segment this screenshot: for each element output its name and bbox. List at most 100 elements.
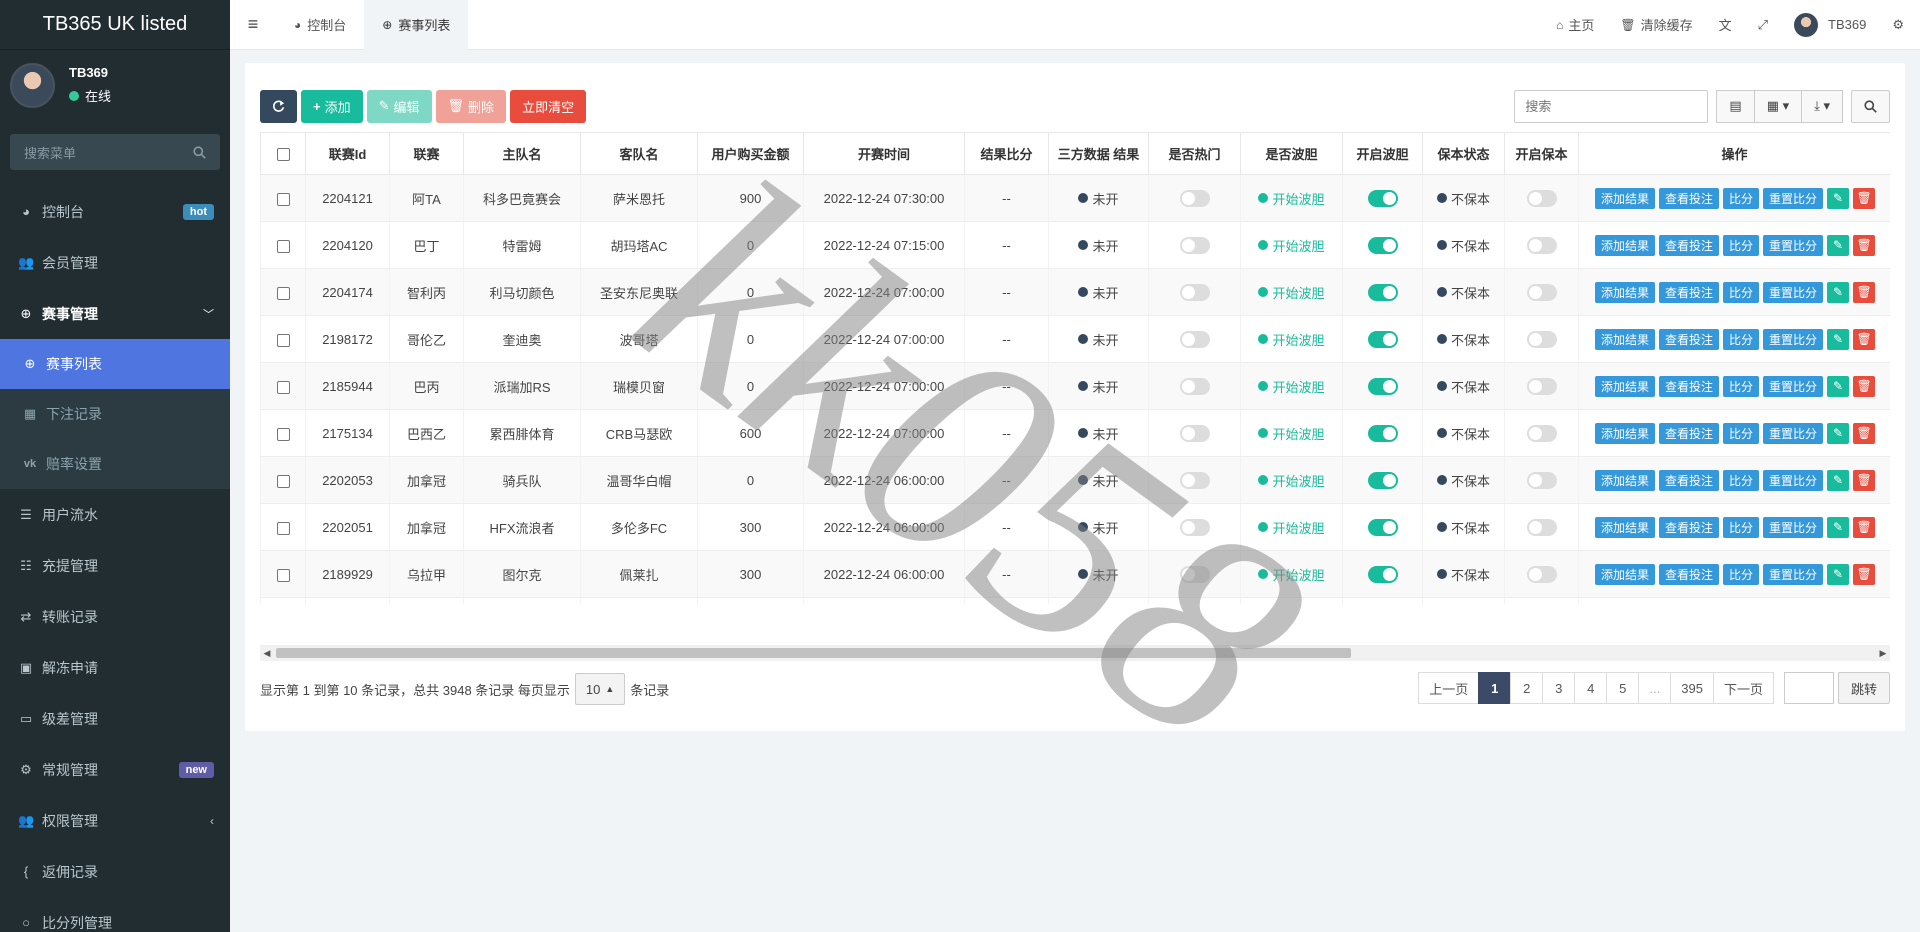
sidebar-item-general-management[interactable]: ⚙ 常规管理 new [0, 744, 230, 795]
sidebar-item-unfreeze-requests[interactable]: ▣ 解冻申请 [0, 642, 230, 693]
view-bets-button[interactable]: 查看投注 [1659, 422, 1720, 444]
row-checkbox[interactable] [276, 286, 290, 300]
row-checkbox[interactable] [276, 521, 290, 535]
score-button[interactable]: 比分 [1723, 281, 1760, 303]
header-enable-baoben[interactable]: 开启保本 [1504, 132, 1579, 175]
clear-now-button[interactable]: 立即清空 [510, 89, 587, 123]
edit-row-button[interactable]: ✎ [1827, 563, 1850, 585]
row-checkbox[interactable] [276, 192, 290, 206]
reset-score-button[interactable]: 重置比分 [1763, 375, 1824, 397]
advanced-search-button[interactable] [1851, 89, 1890, 123]
table-search-input[interactable] [1514, 89, 1709, 123]
jump-button[interactable]: 跳转 [1837, 672, 1890, 704]
delete-row-button[interactable]: 🗑 [1853, 375, 1876, 397]
tab-event-list[interactable]: ⊕ 赛事列表 [364, 0, 469, 50]
table-row[interactable]: 2175134 巴西乙 累西腓体育 CRB马瑟欧 600 2022-12-24 07:00… [260, 409, 1890, 457]
view-bets-button[interactable]: 查看投注 [1659, 563, 1720, 585]
view-bets-button[interactable]: 查看投注 [1659, 187, 1720, 209]
sidebar-item-members[interactable]: 👥 会员管理 [0, 237, 230, 288]
sidebar-item-permissions[interactable]: 👥 权限管理 ‹ [0, 795, 230, 846]
reset-score-button[interactable]: 重置比分 [1763, 187, 1824, 209]
reset-score-button[interactable]: 重置比分 [1763, 516, 1824, 538]
bodan-toggle[interactable] [1367, 565, 1398, 583]
score-button[interactable]: 比分 [1723, 469, 1760, 491]
horizontal-scrollbar[interactable]: ◀ ▶ [260, 645, 1890, 661]
hot-toggle[interactable] [1179, 236, 1210, 254]
header-result-score[interactable]: 结果比分 [964, 132, 1049, 175]
delete-row-button[interactable]: 🗑 [1853, 234, 1876, 256]
scroll-left-icon[interactable]: ◀ [260, 645, 274, 661]
delete-row-button[interactable]: 🗑 [1853, 516, 1876, 538]
row-checkbox[interactable] [276, 333, 290, 347]
baoben-toggle[interactable] [1526, 377, 1557, 395]
bodan-toggle[interactable] [1367, 236, 1398, 254]
baoben-toggle[interactable] [1526, 424, 1557, 442]
sidebar-item-commission-records[interactable]: { 返佣记录 [0, 846, 230, 897]
add-result-button[interactable]: 添加结果 [1595, 422, 1656, 444]
header-league[interactable]: 联赛 [389, 132, 464, 175]
view-bets-button[interactable]: 查看投注 [1659, 516, 1720, 538]
bodan-toggle[interactable] [1367, 189, 1398, 207]
table-row[interactable]: 2179519瑞青超史柯瓦德U21奥尔格里特U217002022-12-24 0… [260, 597, 1890, 604]
row-checkbox[interactable] [276, 568, 290, 582]
bodan-toggle[interactable] [1367, 518, 1398, 536]
bodan-toggle[interactable] [1367, 377, 1398, 395]
score-button[interactable]: 比分 [1723, 375, 1760, 397]
clear-cache-button[interactable]: 🗑 清除缓存 [1607, 15, 1705, 34]
reset-score-button[interactable]: 重置比分 [1763, 469, 1824, 491]
refresh-button[interactable] [260, 89, 297, 123]
hot-toggle[interactable] [1179, 565, 1210, 583]
table-row[interactable]: 2202051 加拿冠 HFX流浪者 多伦多FC 300 2022-12-24 06:00… [260, 503, 1890, 551]
page-button[interactable]: 2 [1510, 672, 1544, 704]
sidebar-item-bet-records[interactable]: ▦ 下注记录 [0, 389, 230, 439]
baoben-toggle[interactable] [1526, 236, 1557, 254]
row-checkbox[interactable] [276, 380, 290, 394]
toggle-view-button[interactable]: ▤ [1716, 89, 1755, 123]
select-all-checkbox[interactable] [276, 148, 290, 162]
sidebar-item-odds-settings[interactable]: vk 赔率设置 [0, 439, 230, 489]
header-enable-bodan[interactable]: 开启波胆 [1342, 132, 1423, 175]
sidebar-item-deposit-withdraw[interactable]: ☷ 充提管理 [0, 540, 230, 591]
view-bets-button[interactable]: 查看投注 [1659, 234, 1720, 256]
edit-row-button[interactable]: ✎ [1827, 281, 1850, 303]
score-button[interactable]: 比分 [1723, 328, 1760, 350]
menu-search-input[interactable]: 搜索菜单 [10, 134, 220, 170]
baoben-toggle[interactable] [1526, 283, 1557, 301]
header-away-team[interactable]: 客队名 [580, 132, 698, 175]
hot-toggle[interactable] [1179, 330, 1210, 348]
tab-dashboard[interactable]: ◕ 控制台 [276, 0, 364, 50]
header-home-team[interactable]: 主队名 [463, 132, 581, 175]
score-button[interactable]: 比分 [1723, 563, 1760, 585]
score-button[interactable]: 比分 [1723, 422, 1760, 444]
scroll-right-icon[interactable]: ▶ [1876, 645, 1890, 661]
page-size-select[interactable]: 10 ▲ [574, 673, 626, 705]
add-result-button[interactable]: 添加结果 [1595, 375, 1656, 397]
view-bets-button[interactable]: 查看投注 [1659, 375, 1720, 397]
table-row[interactable]: 2198172 哥伦乙 奎迪奥 波哥塔 0 2022-12-24 07:00:00 -- 未开… [260, 315, 1890, 363]
header-is-hot[interactable]: 是否热门 [1148, 132, 1241, 175]
table-row[interactable]: 2185944 巴丙 派瑞加RS 瑞模贝窗 0 2022-12-24 07:00:00 --… [260, 362, 1890, 410]
header-is-bodan[interactable]: 是否波胆 [1240, 132, 1343, 175]
header-start-time[interactable]: 开赛时间 [803, 132, 965, 175]
bodan-toggle[interactable] [1367, 330, 1398, 348]
settings-button[interactable]: ⚙ [1879, 17, 1920, 33]
reset-score-button[interactable]: 重置比分 [1763, 281, 1824, 303]
reset-score-button[interactable]: 重置比分 [1763, 563, 1824, 585]
delete-row-button[interactable]: 🗑 [1853, 469, 1876, 491]
edit-row-button[interactable]: ✎ [1827, 187, 1850, 209]
score-button[interactable]: 比分 [1723, 234, 1760, 256]
score-button[interactable]: 比分 [1723, 516, 1760, 538]
header-baoben-status[interactable]: 保本状态 [1422, 132, 1505, 175]
add-result-button[interactable]: 添加结果 [1595, 469, 1656, 491]
sidebar-item-tier-management[interactable]: ▭ 级差管理 [0, 693, 230, 744]
sidebar-item-events[interactable]: ⊕ 赛事管理 ﹀ [0, 288, 230, 339]
row-checkbox[interactable] [276, 427, 290, 441]
header-third-party[interactable]: 三方数据 结果 [1048, 132, 1149, 175]
scrollbar-thumb[interactable] [276, 648, 1351, 658]
add-result-button[interactable]: 添加结果 [1595, 187, 1656, 209]
reset-score-button[interactable]: 重置比分 [1763, 234, 1824, 256]
hot-toggle[interactable] [1179, 471, 1210, 489]
delete-row-button[interactable]: 🗑 [1853, 328, 1876, 350]
view-bets-button[interactable]: 查看投注 [1659, 281, 1720, 303]
add-result-button[interactable]: 添加结果 [1595, 281, 1656, 303]
